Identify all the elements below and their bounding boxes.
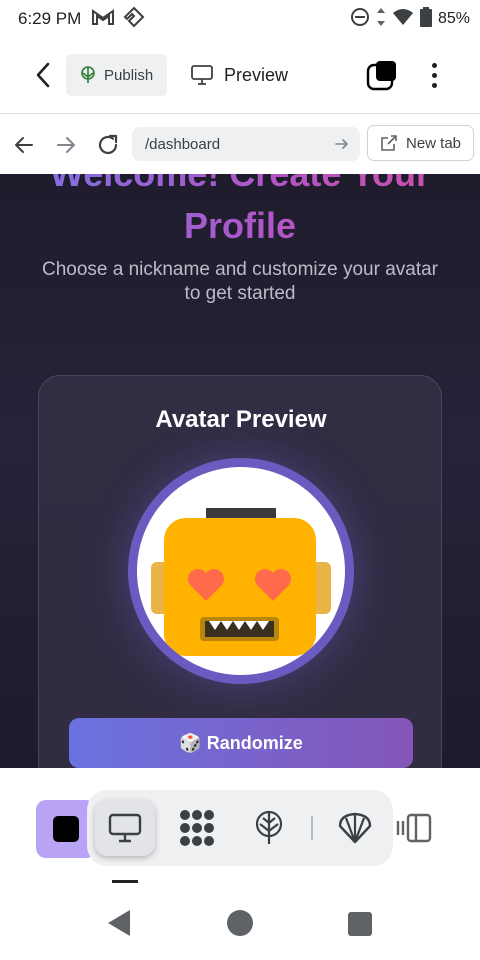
desktop-preview-icon xyxy=(108,813,142,843)
shell-tool[interactable] xyxy=(325,800,385,856)
robot-avatar-icon xyxy=(151,508,331,656)
randomize-label: 🎲 Randomize xyxy=(179,732,303,753)
reload-button[interactable] xyxy=(94,131,122,159)
pattern-tool[interactable] xyxy=(167,800,227,856)
window-toggle-button[interactable] xyxy=(366,59,398,91)
new-tab-label: New tab xyxy=(406,134,462,152)
gmail-icon xyxy=(91,8,115,31)
publish-tool[interactable] xyxy=(239,800,299,856)
battery-icon xyxy=(419,6,432,32)
publish-tree-icon xyxy=(255,810,283,844)
do-not-disturb-icon xyxy=(350,7,370,32)
preview-button[interactable]: Preview xyxy=(190,54,300,96)
publish-tree-icon xyxy=(81,66,95,83)
publish-button[interactable]: Publish xyxy=(66,54,167,96)
drag-handle[interactable] xyxy=(112,880,138,883)
page-subtitle: Choose a nickname and customize your ava… xyxy=(41,259,439,304)
side-panel-icon xyxy=(396,813,432,843)
system-home-button[interactable] xyxy=(227,910,253,936)
external-link-icon xyxy=(381,135,397,151)
system-back-button[interactable] xyxy=(106,908,132,943)
reload-icon xyxy=(98,134,118,154)
toolbar-divider xyxy=(311,816,313,840)
avatar-card: Avatar Preview 🎲 Randomize xyxy=(38,375,442,768)
desktop-preview-tool[interactable] xyxy=(95,800,155,856)
more-options-button[interactable] xyxy=(420,58,448,92)
status-bar: 6:29 PM 85% xyxy=(0,0,480,38)
browser-forward-button[interactable] xyxy=(52,131,80,159)
web-content: Welcome! Create Your Profile Choose a ni… xyxy=(0,174,480,768)
triangle-back-icon xyxy=(108,910,130,936)
chevron-left-icon xyxy=(36,62,50,88)
data-arrows-icon xyxy=(376,7,386,32)
back-button[interactable] xyxy=(28,58,58,92)
status-time: 6:29 PM xyxy=(18,9,82,28)
app-notification-icon xyxy=(123,6,145,33)
card-title: Avatar Preview xyxy=(155,406,327,433)
url-input[interactable]: /dashboard xyxy=(132,127,360,161)
system-navigation-bar xyxy=(0,886,480,960)
new-tab-button[interactable]: New tab xyxy=(367,125,474,161)
app-toolbar: Publish Preview xyxy=(0,38,480,114)
overlapping-windows-icon xyxy=(366,61,396,91)
side-panel-button[interactable] xyxy=(396,808,432,848)
url-text: /dashboard xyxy=(145,135,221,153)
publish-label: Publish xyxy=(104,66,154,84)
desktop-preview-icon xyxy=(191,65,213,85)
more-options-icon xyxy=(431,62,437,68)
arrow-left-icon xyxy=(15,137,33,153)
black-square-icon xyxy=(53,816,79,842)
browser-bar: /dashboard New tab xyxy=(0,114,480,174)
arrow-right-icon xyxy=(57,137,75,153)
browser-back-button[interactable] xyxy=(10,131,38,159)
bottom-toolbar xyxy=(0,768,480,886)
avatar-preview xyxy=(128,458,354,684)
page-title: Welcome! Create Your Profile xyxy=(0,174,480,252)
tool-group xyxy=(87,790,393,866)
wifi-icon xyxy=(392,8,414,31)
randomize-button[interactable]: 🎲 Randomize xyxy=(69,718,413,768)
pattern-icon xyxy=(180,810,214,846)
system-recents-button[interactable] xyxy=(348,912,372,936)
preview-label: Preview xyxy=(224,64,289,85)
go-arrow-icon[interactable] xyxy=(334,136,350,152)
battery-percentage: 85% xyxy=(437,10,470,27)
shell-icon xyxy=(338,812,372,844)
